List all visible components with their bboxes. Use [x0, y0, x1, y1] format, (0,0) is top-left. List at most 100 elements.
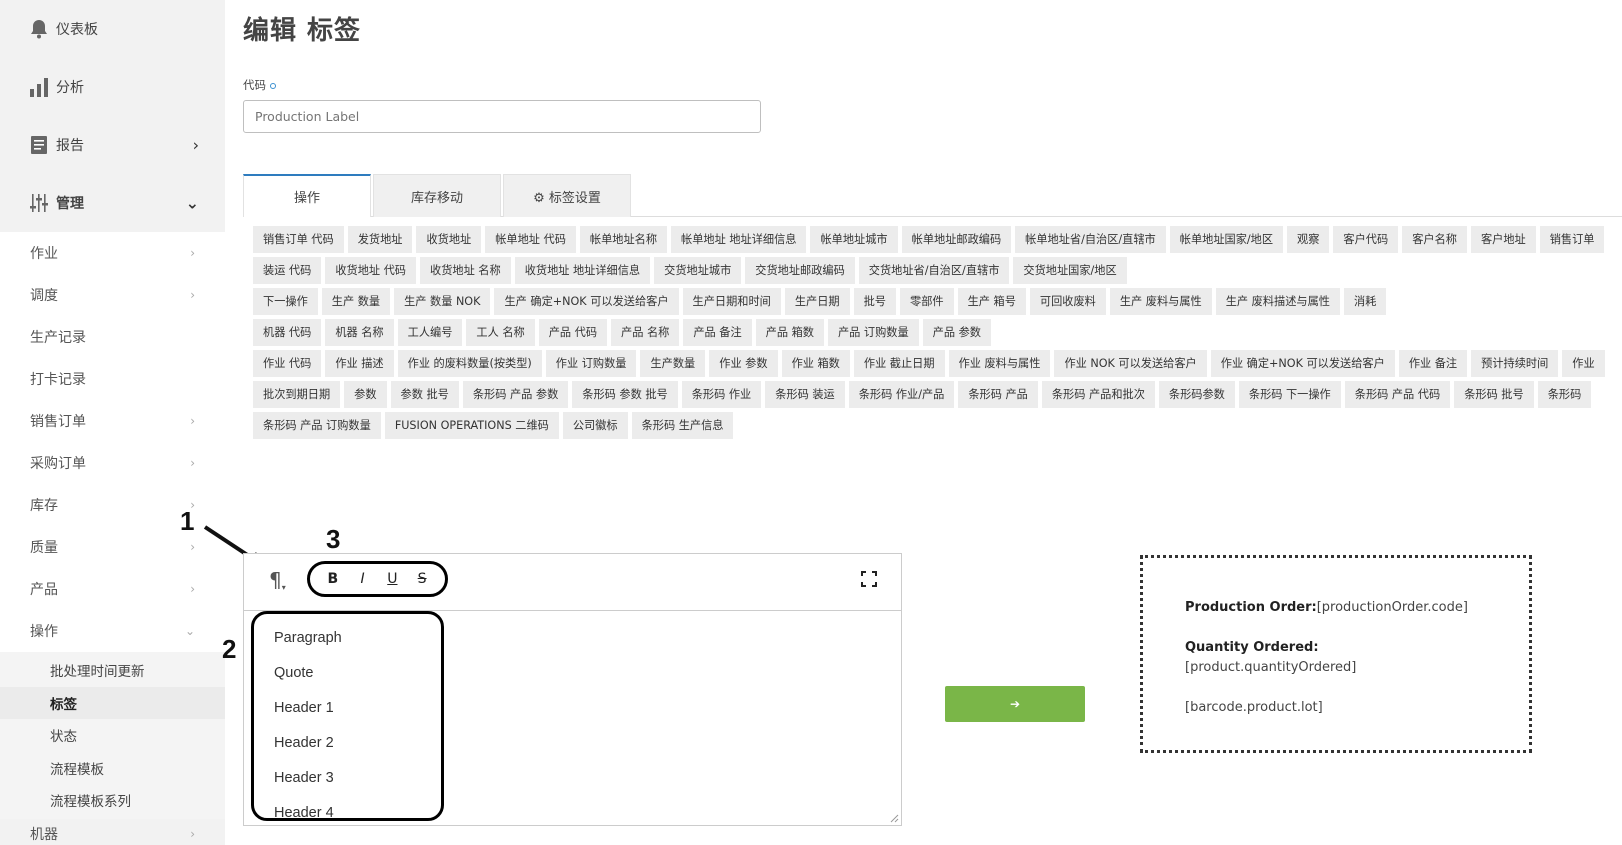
field-chip[interactable]: 条形码 下一操作	[1238, 381, 1341, 408]
field-chip[interactable]: 作业 代码	[253, 350, 322, 377]
field-chip[interactable]: 帐单地址 代码	[485, 226, 576, 253]
field-chip[interactable]: 生产 箱号	[957, 288, 1026, 315]
sidebar-item-operations[interactable]: 操作 ⌄	[0, 610, 225, 652]
sidebar-item-jobs[interactable]: 作业 ›	[0, 232, 225, 274]
field-chip[interactable]: 条形码 参数 批号	[572, 381, 678, 408]
field-chip[interactable]: 零部件	[900, 288, 954, 315]
field-chip[interactable]: 产品 代码	[538, 319, 608, 346]
field-chip[interactable]: 收货地址 代码	[325, 257, 416, 284]
format-option-quote[interactable]: Quote	[254, 655, 441, 690]
format-option-header-1[interactable]: Header 1	[254, 690, 441, 725]
sidebar-item-dashboard[interactable]: 仪表板	[0, 0, 225, 58]
field-chip[interactable]: 作业 NOK 可以发送给客户	[1054, 350, 1207, 377]
field-chip[interactable]: 交货地址邮政编码	[745, 257, 855, 284]
field-chip[interactable]: 作业 的废料数量(按类型)	[397, 350, 542, 377]
sidebar-subitem-flow-templates[interactable]: 流程模板	[0, 752, 225, 785]
field-chip[interactable]: 产品 备注	[683, 319, 752, 346]
field-chip[interactable]: 产品 参数	[922, 319, 991, 346]
field-chip[interactable]: 帐单地址城市	[810, 226, 898, 253]
format-option-header-4[interactable]: Header 4	[254, 795, 441, 830]
field-chip[interactable]: 生产 废料描述与属性	[1215, 288, 1340, 315]
field-chip[interactable]: 条形码 产品	[958, 381, 1038, 408]
field-chip[interactable]: 下一操作	[253, 288, 318, 315]
field-chip[interactable]: 产品 订购数量	[827, 319, 919, 346]
code-input[interactable]	[243, 100, 761, 133]
field-chip[interactable]: 机器 代码	[253, 319, 322, 346]
bold-button[interactable]: B	[322, 571, 344, 587]
field-chip[interactable]: 条形码 产品和批次	[1041, 381, 1155, 408]
field-chip[interactable]: 作业 备注	[1398, 350, 1468, 377]
field-chip[interactable]: 作业	[1562, 350, 1605, 377]
sidebar-item-reports[interactable]: 报告 ›	[0, 116, 225, 174]
sidebar-item-production-records[interactable]: 生产记录	[0, 316, 225, 358]
field-chip[interactable]: 作业 订购数量	[545, 350, 637, 377]
field-chip[interactable]: 生产 数量 NOK	[394, 288, 491, 315]
sidebar-subitem-status[interactable]: 状态	[0, 719, 225, 752]
field-chip[interactable]: 帐单地址邮政编码	[901, 226, 1012, 253]
field-chip[interactable]: 公司徽标	[562, 412, 628, 439]
field-chip[interactable]: 销售订单 代码	[253, 226, 344, 253]
field-chip[interactable]: 装运 代码	[253, 257, 322, 284]
sidebar-item-analytics[interactable]: 分析	[0, 58, 225, 116]
field-chip[interactable]: 条形码 产品 参数	[462, 381, 569, 408]
field-chip[interactable]: 交货地址省/自治区/直辖市	[858, 257, 1010, 284]
field-chip[interactable]: 生产 废料与属性	[1109, 288, 1212, 315]
field-chip[interactable]: 收货地址 名称	[420, 257, 511, 284]
field-chip[interactable]: 生产数量	[640, 350, 706, 377]
field-chip[interactable]: 帐单地址名称	[579, 226, 668, 253]
field-chip[interactable]: 作业 确定+NOK 可以发送给客户	[1210, 350, 1395, 377]
sidebar-subitem-labels[interactable]: 标签	[0, 686, 225, 719]
field-chip[interactable]: 条形码	[1537, 381, 1592, 408]
field-chip[interactable]: 作业 箱数	[781, 350, 850, 377]
tab-inventory-movement[interactable]: 库存移动	[373, 174, 501, 217]
field-chip[interactable]: 帐单地址省/自治区/直辖市	[1015, 226, 1166, 253]
italic-button[interactable]: I	[352, 571, 374, 587]
resize-handle-icon[interactable]	[889, 813, 899, 823]
field-chip[interactable]: 批次到期日期	[253, 381, 341, 408]
field-chip[interactable]: 交货地址城市	[654, 257, 742, 284]
field-chip[interactable]: 销售订单	[1539, 226, 1605, 253]
field-chip[interactable]: 工人 名称	[466, 319, 535, 346]
field-chip[interactable]: 生产日期和时间	[682, 288, 781, 315]
sidebar-item-scheduling[interactable]: 调度 ›	[0, 274, 225, 316]
field-chip[interactable]: 生产日期	[784, 288, 850, 315]
field-chip[interactable]: 条形码 批号	[1454, 381, 1534, 408]
field-chip[interactable]: 收货地址 地址详细信息	[514, 257, 651, 284]
field-chip[interactable]: 客户代码	[1333, 226, 1399, 253]
field-chip[interactable]: 预计持续时间	[1471, 350, 1559, 377]
field-chip[interactable]: 条形码 装运	[765, 381, 845, 408]
field-chip[interactable]: 可回收废料	[1029, 288, 1106, 315]
sidebar-item-machines[interactable]: 机器 ›	[0, 818, 225, 845]
field-chip[interactable]: 产品 箱数	[755, 319, 824, 346]
field-chip[interactable]: 观察	[1287, 226, 1330, 253]
field-chip[interactable]: 工人编号	[397, 319, 463, 346]
tab-operations[interactable]: 操作	[243, 174, 371, 217]
field-chip[interactable]: 作业 废料与属性	[948, 350, 1051, 377]
field-chip[interactable]: 条形码参数	[1158, 381, 1235, 408]
field-chip[interactable]: 批号	[853, 288, 896, 315]
field-chip[interactable]: 客户名称	[1402, 226, 1467, 253]
sidebar-item-clock-records[interactable]: 打卡记录	[0, 358, 225, 400]
field-chip[interactable]: 条形码 产品 代码	[1344, 381, 1451, 408]
underline-button[interactable]: U	[381, 571, 403, 587]
field-chip[interactable]: 帐单地址国家/地区	[1169, 226, 1284, 253]
sidebar-item-products[interactable]: 产品 ›	[0, 568, 225, 610]
field-chip[interactable]: 条形码 产品 订购数量	[253, 412, 381, 439]
sidebar-item-management[interactable]: 管理 ⌄	[0, 174, 225, 232]
sidebar-item-sales-orders[interactable]: 销售订单 ›	[0, 400, 225, 442]
format-option-header-3[interactable]: Header 3	[254, 760, 441, 795]
field-chip[interactable]: 生产 确定+NOK 可以发送给客户	[494, 288, 679, 315]
field-chip[interactable]: 作业 截止日期	[853, 350, 945, 377]
field-chip[interactable]: 参数 批号	[390, 381, 459, 408]
field-chip[interactable]: 帐单地址 地址详细信息	[671, 226, 807, 253]
field-chip[interactable]: 产品 名称	[611, 319, 680, 346]
field-chip[interactable]: 条形码 生产信息	[631, 412, 734, 439]
sidebar-subitem-flow-template-series[interactable]: 流程模板系列	[0, 784, 225, 817]
field-chip[interactable]: 消耗	[1343, 288, 1387, 315]
field-chip[interactable]: 机器 名称	[325, 319, 394, 346]
field-chip[interactable]: 发货地址	[347, 226, 413, 253]
strikethrough-button[interactable]: S	[411, 571, 433, 587]
field-chip[interactable]: 收货地址	[416, 226, 482, 253]
sidebar-item-purchase-orders[interactable]: 采购订单 ›	[0, 442, 225, 484]
field-chip[interactable]: 生产 数量	[321, 288, 391, 315]
